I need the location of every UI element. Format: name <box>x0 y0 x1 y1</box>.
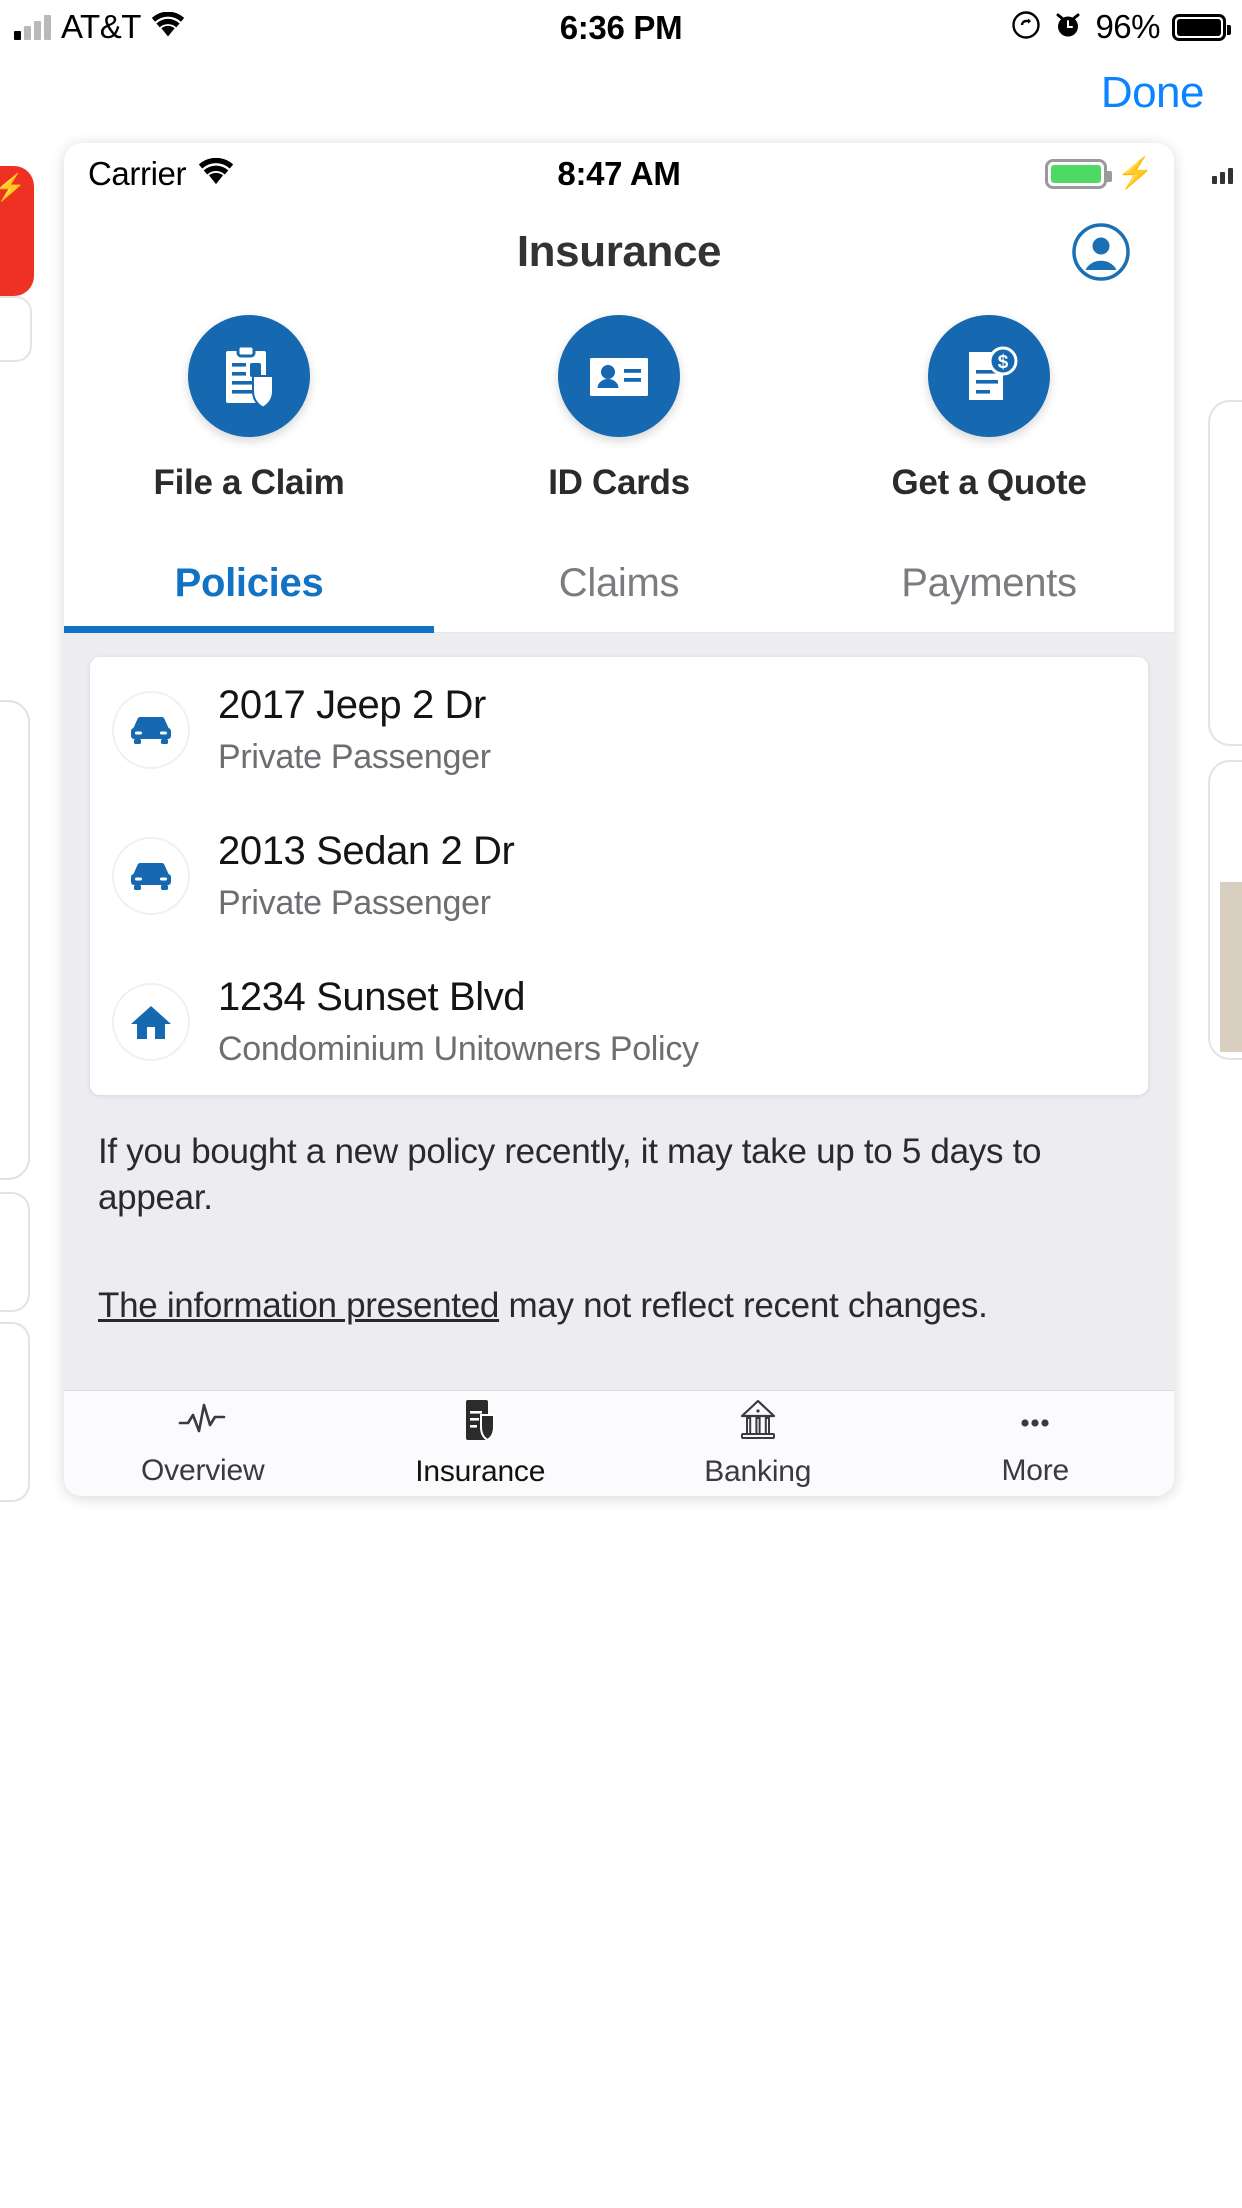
cellular-signal-icon <box>1212 168 1233 184</box>
tabbar-label: More <box>1001 1454 1069 1488</box>
battery-icon <box>1172 14 1226 41</box>
top-action-bar: Done <box>0 62 1242 140</box>
tabbar-item-banking[interactable]: Banking <box>619 1398 897 1489</box>
policy-subtitle: Private Passenger <box>218 884 514 923</box>
account-avatar-icon[interactable] <box>1072 223 1130 281</box>
disclaimer-paragraph-two: The information presented may not reflec… <box>98 1283 1142 1329</box>
quick-action-label: File a Claim <box>154 463 345 503</box>
svg-text:$: $ <box>998 352 1009 373</box>
peek-card-left-1[interactable] <box>0 296 32 362</box>
app-header: Insurance <box>64 205 1174 299</box>
tab-content-policies: 2017 Jeep 2 Dr Private Passenger <box>64 633 1174 1390</box>
car-icon <box>112 691 190 769</box>
peek-card-right-3-content <box>1220 882 1242 1052</box>
information-presented-link[interactable]: The information presented <box>98 1286 499 1325</box>
quick-action-get-a-quote[interactable]: $ Get a Quote <box>804 315 1174 503</box>
policy-list-card: 2017 Jeep 2 Dr Private Passenger <box>90 657 1148 1095</box>
ellipsis-icon <box>1009 1399 1061 1446</box>
tab-payments[interactable]: Payments <box>804 539 1174 632</box>
policy-title: 1234 Sunset Blvd <box>218 975 699 1020</box>
home-icon <box>112 983 190 1061</box>
tabbar-item-more[interactable]: More <box>897 1399 1175 1488</box>
sim-status-bar: Carrier 8:47 AM ⚡ <box>64 143 1174 205</box>
tab-policies[interactable]: Policies <box>64 539 434 632</box>
os-status-right: 96% <box>1011 8 1226 46</box>
tabbar-label: Insurance <box>415 1455 545 1489</box>
list-item[interactable]: 2017 Jeep 2 Dr Private Passenger <box>90 657 1148 803</box>
quick-action-label: Get a Quote <box>891 463 1086 503</box>
claim-clipboard-shield-icon <box>188 315 310 437</box>
quick-action-id-cards[interactable]: ID Cards <box>434 315 804 503</box>
id-card-icon <box>558 315 680 437</box>
insurance-shield-icon <box>454 1398 506 1447</box>
tabbar-label: Overview <box>141 1454 264 1488</box>
tabbar-item-overview[interactable]: Overview <box>64 1399 342 1488</box>
peek-card-right-1[interactable] <box>1204 150 1242 286</box>
quick-action-file-a-claim[interactable]: File a Claim <box>64 315 434 503</box>
disclaimer-paragraph-two-rest: may not reflect recent changes. <box>499 1286 987 1325</box>
list-item[interactable]: 1234 Sunset Blvd Condominium Unitowners … <box>90 949 1148 1095</box>
lightning-bolt-icon: ⚡ <box>1117 159 1154 189</box>
alarm-clock-icon <box>1053 10 1083 45</box>
lightning-bolt-icon: ⚡ <box>0 172 26 203</box>
list-item-texts: 1234 Sunset Blvd Condominium Unitowners … <box>218 975 699 1069</box>
list-item-texts: 2017 Jeep 2 Dr Private Passenger <box>218 683 491 777</box>
peek-card-left-3[interactable] <box>0 1192 30 1312</box>
tab-claims[interactable]: Claims <box>434 539 804 632</box>
peek-card-right-2[interactable] <box>1208 400 1242 746</box>
os-battery-percent: 96% <box>1095 8 1160 46</box>
segmented-tabs: Policies Claims Payments <box>64 539 1174 633</box>
disclaimer-paragraph-one: If you bought a new policy recently, it … <box>98 1129 1142 1221</box>
car-icon <box>112 837 190 915</box>
page-title: Insurance <box>517 227 721 277</box>
policy-title: 2017 Jeep 2 Dr <box>218 683 491 728</box>
done-button[interactable]: Done <box>1101 68 1204 118</box>
tabbar-label: Banking <box>704 1455 811 1489</box>
sim-status-right: ⚡ <box>1045 159 1154 189</box>
disclaimer-section: If you bought a new policy recently, it … <box>64 1095 1174 1330</box>
peek-card-left-4[interactable] <box>0 1322 30 1502</box>
peek-card-left-red[interactable]: ⚡ <box>0 166 34 296</box>
pulse-wave-icon <box>177 1399 229 1446</box>
screen-root: AT&T 6:36 PM 96% Done ⚡ <box>0 0 1242 2208</box>
peek-card-right-3[interactable] <box>1208 760 1242 1060</box>
rotation-lock-icon <box>1011 10 1041 45</box>
bank-building-icon <box>732 1398 784 1447</box>
quick-actions: File a Claim ID Cards <box>64 299 1174 513</box>
peek-card-left-2[interactable] <box>0 700 30 1180</box>
document-dollar-icon: $ <box>928 315 1050 437</box>
policy-subtitle: Private Passenger <box>218 738 491 777</box>
bottom-tab-bar: Overview Insurance <box>64 1390 1174 1496</box>
sim-clock: 8:47 AM <box>64 155 1174 193</box>
quick-action-label: ID Cards <box>548 463 690 503</box>
list-item-texts: 2013 Sedan 2 Dr Private Passenger <box>218 829 514 923</box>
policy-title: 2013 Sedan 2 Dr <box>218 829 514 874</box>
tabbar-item-insurance[interactable]: Insurance <box>342 1398 620 1489</box>
simulator-preview-card: Carrier 8:47 AM ⚡ Insurance <box>64 143 1174 1496</box>
os-status-bar: AT&T 6:36 PM 96% <box>0 0 1242 62</box>
battery-charging-icon <box>1045 159 1107 189</box>
policy-subtitle: Condominium Unitowners Policy <box>218 1030 699 1069</box>
list-item[interactable]: 2013 Sedan 2 Dr Private Passenger <box>90 803 1148 949</box>
